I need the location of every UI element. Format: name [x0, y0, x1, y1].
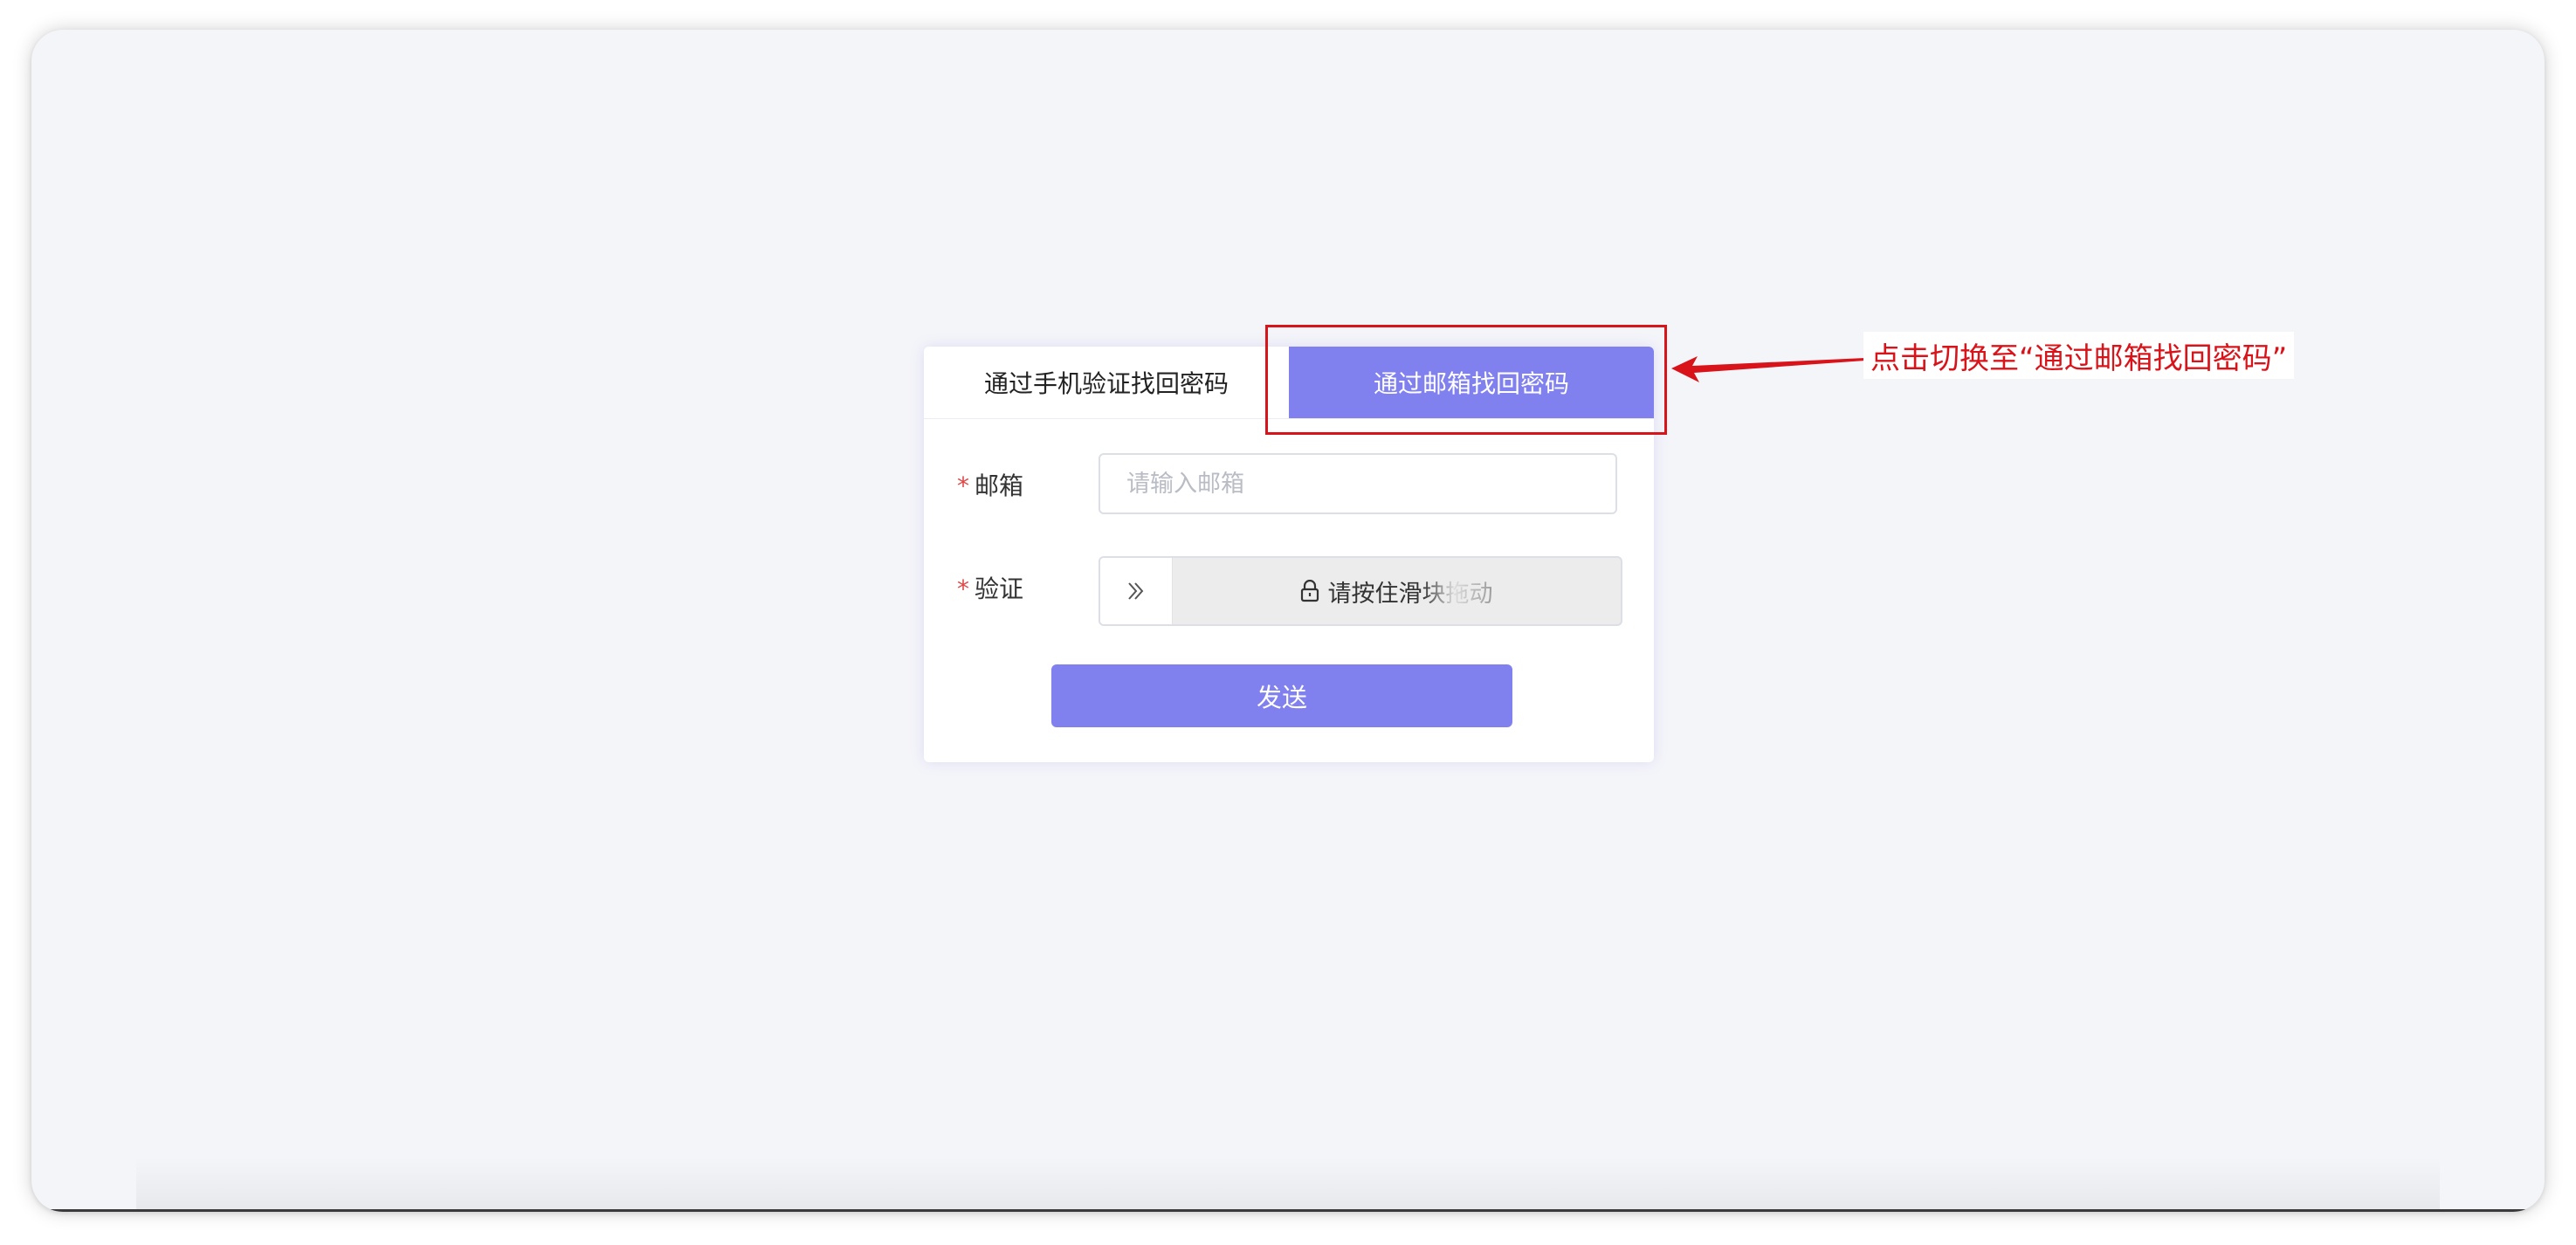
tab-phone-recovery[interactable]: 通过手机验证找回密码 — [924, 347, 1289, 418]
window-bottom-shadow — [136, 1157, 2440, 1209]
annotation-arrow-icon — [1671, 356, 1865, 382]
send-button[interactable]: 发送 — [1051, 664, 1512, 727]
annotation-highlight-box — [1265, 325, 1667, 435]
window-bottom-edge — [49, 1209, 2527, 1212]
email-label: * 邮箱 — [957, 467, 1023, 502]
lock-icon — [1300, 580, 1319, 602]
verify-label: * 验证 — [957, 570, 1023, 605]
verify-label-text: 验证 — [975, 574, 1024, 603]
double-chevron-right-icon — [1128, 582, 1144, 600]
annotation-callout: 点击切换至“通过邮箱找回密码” — [1863, 332, 2295, 379]
email-label-text: 邮箱 — [975, 471, 1024, 500]
slider-hint-text-faded: 块拖动 — [1422, 574, 1493, 609]
slider-captcha[interactable]: 请按住滑 块拖动 — [1099, 556, 1622, 626]
slider-handle[interactable] — [1100, 558, 1173, 624]
slider-hint-text: 请按住滑 — [1327, 580, 1422, 608]
slider-hint: 请按住滑 块拖动 — [1172, 558, 1621, 624]
required-mark: * — [957, 471, 969, 500]
email-input[interactable] — [1099, 453, 1617, 514]
required-mark: * — [957, 574, 969, 603]
